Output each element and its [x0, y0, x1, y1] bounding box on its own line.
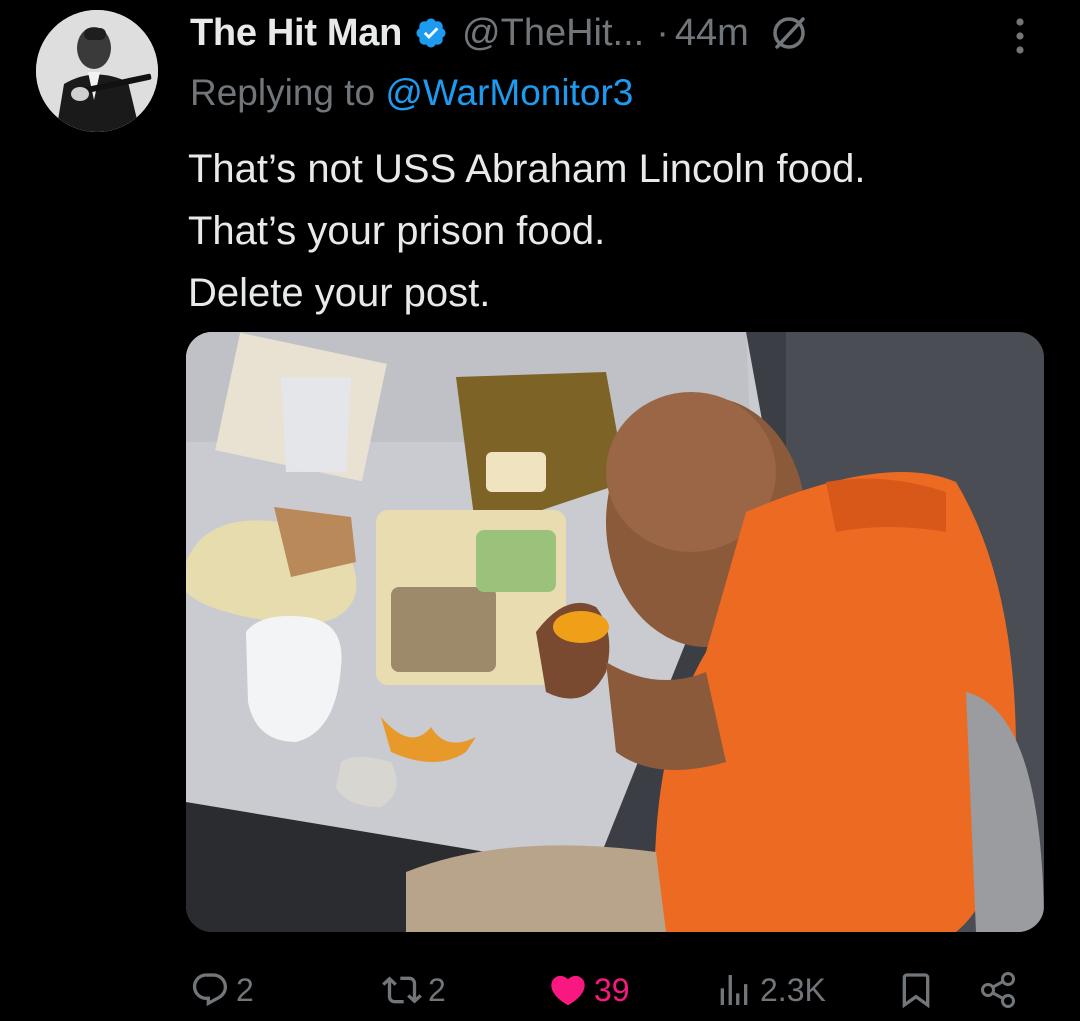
reply-mention-link[interactable]: @WarMonitor3 [385, 72, 633, 113]
views-button[interactable]: 2.3K [714, 960, 826, 1020]
tweet-header: The Hit Man @TheHit... · 44m [190, 8, 809, 58]
share-button[interactable] [978, 960, 1018, 1020]
tweet-text-line: That’s not USS Abraham Lincoln food. [188, 147, 866, 191]
tweet-text-line: Delete your post. [188, 271, 491, 315]
timestamp[interactable]: 44m [675, 12, 749, 55]
repost-icon [382, 976, 422, 1004]
bookmark-button[interactable] [896, 960, 936, 1020]
more-vertical-icon[interactable] [1008, 14, 1032, 58]
tweet-text: That’s not USS Abraham Lincoln food. Tha… [188, 138, 865, 324]
verified-badge-icon [414, 16, 448, 50]
repost-count: 2 [428, 971, 446, 1008]
tweet-actions: 2 2 39 2.3K [0, 960, 1080, 1020]
like-count: 39 [594, 971, 630, 1008]
bookmark-icon [902, 973, 930, 1009]
tweet-image[interactable] [186, 332, 1044, 932]
views-count: 2.3K [760, 971, 826, 1008]
grok-icon[interactable] [769, 13, 809, 53]
heart-filled-icon [551, 975, 585, 1006]
reply-button[interactable]: 2 [190, 960, 254, 1020]
display-name[interactable]: The Hit Man [190, 12, 402, 55]
reply-icon [192, 973, 228, 1007]
avatar[interactable] [36, 10, 158, 132]
tweet-text-line: That’s your prison food. [188, 209, 606, 253]
views-icon [720, 975, 748, 1005]
reply-count: 2 [236, 971, 254, 1008]
replying-to-label: Replying to [190, 72, 376, 113]
user-handle[interactable]: @TheHit... [462, 12, 644, 55]
replying-to: Replying to @WarMonitor3 [190, 72, 633, 114]
share-icon [981, 972, 1015, 1008]
separator-dot: · [656, 11, 669, 54]
repost-button[interactable]: 2 [382, 960, 446, 1020]
like-button[interactable]: 39 [548, 960, 630, 1020]
